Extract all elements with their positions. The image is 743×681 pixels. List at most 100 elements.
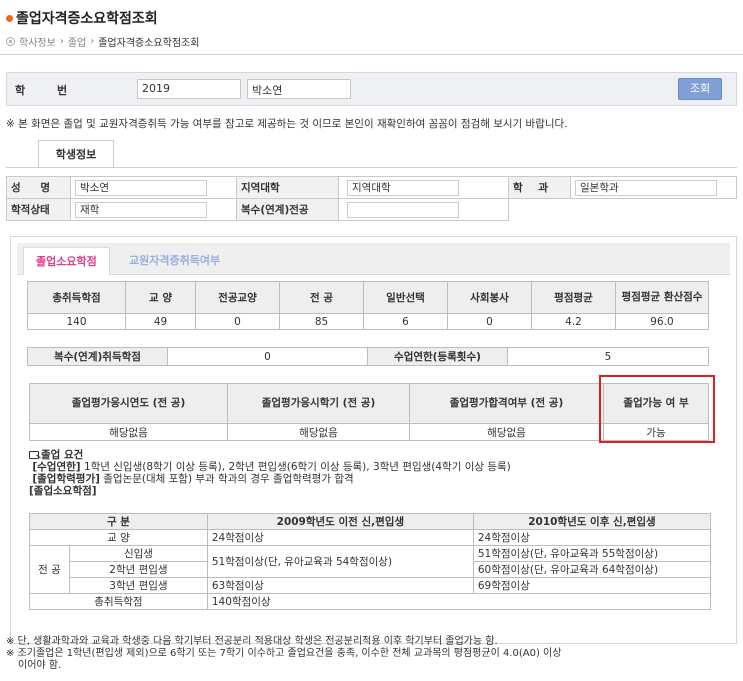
- requirement-line: [졸업소요학점]: [29, 485, 97, 497]
- table-cell: 신입생: [69, 545, 208, 562]
- tab-student-info[interactable]: 학생정보: [38, 140, 114, 168]
- column-header: 사회봉사: [447, 281, 532, 314]
- requirement-line: [졸업학력평가] 졸업논문(대체 포함) 부과 학과의 경우 졸업학력평가 합격: [29, 473, 511, 485]
- requirements-heading-text: 졸업 요건: [41, 449, 84, 461]
- requirement-text: 1학년 신입생(8학기 이상 등록), 2학년 편입생(6학기 이상 등록), …: [83, 461, 511, 473]
- highlight-box: [599, 375, 715, 443]
- table-cell: 해당없음: [227, 423, 410, 441]
- table-cell: 51학점이상(단, 유아교육과 55학점이상): [472, 545, 712, 562]
- column-header: 2009학년도 이전 신,편입생: [206, 513, 474, 530]
- breadcrumb-current: 졸업자격증소요학점조회: [98, 38, 200, 49]
- search-button[interactable]: 조회: [678, 78, 722, 100]
- table-cell: 2학년 편입생: [69, 561, 208, 578]
- table-cell: 85: [279, 313, 364, 330]
- table-cell: 140: [27, 313, 126, 330]
- column-header: 평점평균: [531, 281, 616, 314]
- header-divider: [0, 54, 743, 55]
- region-label: 지역대학: [236, 176, 339, 199]
- column-header: 교 양: [125, 281, 196, 314]
- table-cell: 24학점이상: [472, 529, 712, 546]
- title-bullet-icon: [6, 14, 13, 22]
- graduation-panel: 졸업소요학점 교원자격증취득여부 총취득학점 교 양 전공교양 전 공 일반선택…: [10, 236, 737, 644]
- double-credits-value: 0: [167, 347, 368, 366]
- student-id-input[interactable]: 2019: [137, 79, 241, 99]
- table-cell: 63학점이상: [206, 577, 474, 594]
- table-cell: 60학점이상(단, 유아교육과 64학점이상): [472, 561, 712, 578]
- footnotes: ※ 단, 생활과학과와 교육과 학생중 다음 학기부터 전공분리 적용대상 학생…: [6, 636, 736, 672]
- breadcrumb: 학사정보 › 졸업 › 졸업자격증소요학점조회: [6, 34, 199, 49]
- table-row: 전 공 신입생 51학점이상(단, 유아교육과 54학점이상) 51학점이상(단…: [29, 545, 712, 594]
- double-major-label: 복수(연계)전공: [236, 198, 339, 221]
- table-cell: 51학점이상(단, 유아교육과 54학점이상): [206, 545, 474, 578]
- breadcrumb-item[interactable]: 졸업: [68, 34, 86, 49]
- name-label: 성 명: [6, 176, 71, 199]
- table-cell: 4.2: [531, 313, 616, 330]
- footnote-line: ※ 조기졸업은 1학년(편입생 제외)으로 6학기 또는 7학기 이수하고 졸업…: [6, 648, 562, 659]
- name-field: 박소연: [75, 179, 207, 196]
- notice-text: ※ 본 화면은 졸업 및 교원자격증취득 가능 여부를 참고로 제공하는 것 이…: [6, 118, 568, 130]
- double-major-field: [347, 201, 459, 218]
- page-title: 졸업자격증소요학점조회: [6, 8, 158, 28]
- column-header: 전 공: [279, 281, 364, 314]
- table-cell: 전 공: [29, 545, 70, 594]
- requirements-block: 졸업 요건 [수업연한] 1학년 신입생(8학기 이상 등록), 2학년 편입생…: [29, 449, 511, 497]
- column-header: 총취득학점: [27, 281, 126, 314]
- chevron-right-icon: ›: [59, 36, 64, 47]
- table-row: 140 49 0 85 6 0 4.2 96.0: [27, 313, 709, 330]
- tab-divider: [6, 167, 737, 168]
- panel-tabs: 졸업소요학점 교원자격증취득여부: [17, 243, 730, 275]
- column-header: 2010학년도 이후 신,편입생: [472, 513, 712, 530]
- table-cell: 96.0: [615, 313, 709, 330]
- column-header: 구 분: [29, 513, 208, 530]
- dept-field: 일본학과: [575, 179, 717, 196]
- chevron-right-icon: ›: [90, 36, 95, 47]
- column-header: 전공교양: [195, 281, 280, 314]
- search-bar: 학 번 2019 박소연 조회: [6, 72, 737, 106]
- double-credits-label: 복수(연계)취득학점: [27, 347, 168, 366]
- student-id-label: 학 번: [15, 84, 82, 97]
- region-field: 지역대학: [347, 179, 459, 196]
- study-years-value: 5: [507, 347, 709, 366]
- student-info-table: 성 명 박소연 지역대학 지역대학 학 과 일본학과 학적상태 재학 복수(연계…: [6, 176, 737, 221]
- credit-requirements-table: 구 분 2009학년도 이전 신,편입생 2010학년도 이후 신,편입생 교 …: [29, 513, 712, 610]
- table-cell: 0: [447, 313, 532, 330]
- column-header: 졸업평가응시학기 (전 공): [227, 383, 410, 424]
- footnote-line: 이어야 함.: [18, 660, 62, 671]
- requirement-key: [수업연한]: [32, 461, 81, 473]
- student-name-input[interactable]: 박소연: [247, 79, 351, 99]
- column-header: 졸업평가합격여부 (전 공): [409, 383, 604, 424]
- credits-table: 총취득학점 교 양 전공교양 전 공 일반선택 사회봉사 평점평균 평점평균 환…: [27, 281, 709, 330]
- page-title-text: 졸업자격증소요학점조회: [16, 11, 158, 27]
- double-major-credits-table: 복수(연계)취득학점 0 수업연한(등록횟수) 5: [27, 347, 709, 366]
- table-cell: 49: [125, 313, 196, 330]
- tab-teacher-certificate[interactable]: 교원자격증취득여부: [117, 247, 232, 275]
- column-header: 평점평균 환산점수: [615, 281, 709, 314]
- table-cell: 24학점이상: [206, 529, 474, 546]
- table-cell: 해당없음: [409, 423, 604, 441]
- status-field: 재학: [75, 201, 207, 218]
- table-cell: 3학년 편입생: [69, 577, 208, 594]
- table-row: 3학년 편입생 63학점이상 69학점이상: [30, 577, 712, 594]
- requirement-text: 졸업논문(대체 포함) 부과 학과의 경우 졸업학력평가 합격: [103, 473, 354, 485]
- pointer-icon: [29, 451, 39, 459]
- table-row: 교 양 24학점이상 24학점이상: [29, 529, 712, 546]
- column-header: 졸업평가응시연도 (전 공): [29, 383, 228, 424]
- study-years-label: 수업연한(등록횟수): [367, 347, 508, 366]
- home-icon[interactable]: [6, 37, 15, 46]
- table-cell: 총취득학점: [29, 593, 208, 610]
- requirements-heading: 졸업 요건: [29, 449, 511, 461]
- dept-label: 학 과: [508, 176, 571, 199]
- column-header: 일반선택: [363, 281, 448, 314]
- footnote-line: ※ 단, 생활과학과와 교육과 학생중 다음 학기부터 전공분리 적용대상 학생…: [6, 636, 498, 647]
- table-cell: 6: [363, 313, 448, 330]
- requirement-line: [수업연한] 1학년 신입생(8학기 이상 등록), 2학년 편입생(6학기 이…: [29, 461, 511, 473]
- table-cell: 0: [195, 313, 280, 330]
- table-cell: 해당없음: [29, 423, 228, 441]
- table-row: 총취득학점 140학점이상: [29, 593, 712, 610]
- tab-graduation-credits[interactable]: 졸업소요학점: [23, 247, 110, 275]
- requirement-key: [졸업학력평가]: [32, 473, 100, 485]
- status-label: 학적상태: [6, 198, 71, 221]
- table-cell: 교 양: [29, 529, 208, 546]
- breadcrumb-item[interactable]: 학사정보: [19, 34, 56, 49]
- table-cell: 140학점이상: [206, 593, 712, 610]
